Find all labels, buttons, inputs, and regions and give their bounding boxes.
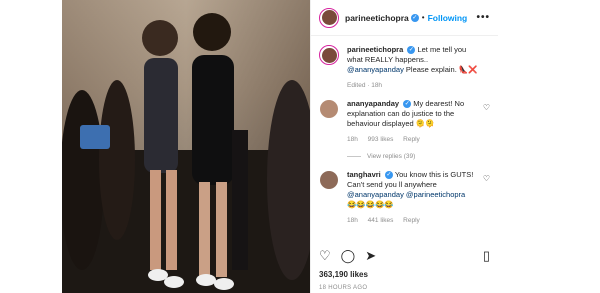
view-replies-button[interactable]: View replies (39) (347, 153, 490, 160)
comment-time: 18h (347, 136, 358, 143)
following-button[interactable]: Following (428, 13, 468, 23)
caption: parineetichopra ✓ Let me tell you what R… (319, 45, 490, 91)
photo-illustration (62, 0, 310, 293)
post-time: 18 HOURS AGO (319, 285, 368, 291)
caption-text-after: Please explain. 👠❌ (405, 65, 478, 74)
verified-icon: ✓ (407, 46, 416, 55)
comment-emojis: 😂😂😂😂😂 (347, 200, 394, 209)
reply-button[interactable]: Reply (403, 136, 420, 143)
verified-icon: ✓ (384, 171, 393, 180)
comment-likes[interactable]: 441 likes (368, 217, 394, 224)
avatar[interactable] (319, 7, 339, 28)
author-username[interactable]: parineetichopra (345, 13, 409, 23)
heart-icon[interactable]: ♡ (319, 249, 331, 262)
comment-time: 18h (347, 217, 358, 224)
divider (347, 155, 361, 157)
bookmark-icon[interactable]: ▯ (483, 249, 490, 262)
post-header: parineetichopra ✓ • Following ••• (311, 0, 498, 36)
comment-meta: 18h 441 likes Reply (347, 216, 480, 226)
caption-username[interactable]: parineetichopra (347, 45, 403, 54)
share-icon[interactable]: ➤ (365, 249, 376, 262)
comment-username[interactable]: ananyapanday (347, 99, 399, 108)
likes-count[interactable]: 363,190 likes (319, 270, 368, 279)
comments-list[interactable]: parineetichopra ✓ Let me tell you what R… (311, 37, 498, 237)
post-photo[interactable] (62, 0, 310, 293)
heart-icon[interactable]: ♡ (483, 103, 490, 112)
comment: tanghavri ✓ You know this is GUTS! Can't… (319, 170, 490, 226)
verified-icon: ✓ (410, 13, 419, 22)
view-replies-label: View replies (39) (367, 153, 416, 160)
more-icon[interactable]: ••• (476, 12, 490, 23)
avatar[interactable] (319, 170, 339, 190)
avatar[interactable] (319, 45, 339, 65)
comment-username[interactable]: tanghavri (347, 170, 381, 179)
avatar[interactable] (319, 99, 339, 119)
caption-mention[interactable]: @ananyapanday (347, 65, 404, 74)
caption-meta: Edited · 18h (347, 82, 383, 89)
separator-dot: • (421, 13, 425, 22)
comment-mentions[interactable]: @ananyapanday @parineetichopra (347, 190, 465, 199)
reply-button[interactable]: Reply (403, 217, 420, 224)
photo-area (0, 0, 310, 293)
comment-meta: 18h 993 likes Reply (347, 135, 480, 145)
post-panel: parineetichopra ✓ • Following ••• parine… (310, 0, 498, 293)
verified-icon: ✓ (403, 100, 412, 109)
heart-icon[interactable]: ♡ (483, 174, 490, 183)
action-bar: ♡ ◯ ➤ ▯ (319, 246, 490, 264)
comment-icon[interactable]: ◯ (341, 249, 356, 262)
comment-likes[interactable]: 993 likes (368, 136, 394, 143)
comment: ananyapanday ✓ My dearest! No explanatio… (319, 99, 490, 145)
